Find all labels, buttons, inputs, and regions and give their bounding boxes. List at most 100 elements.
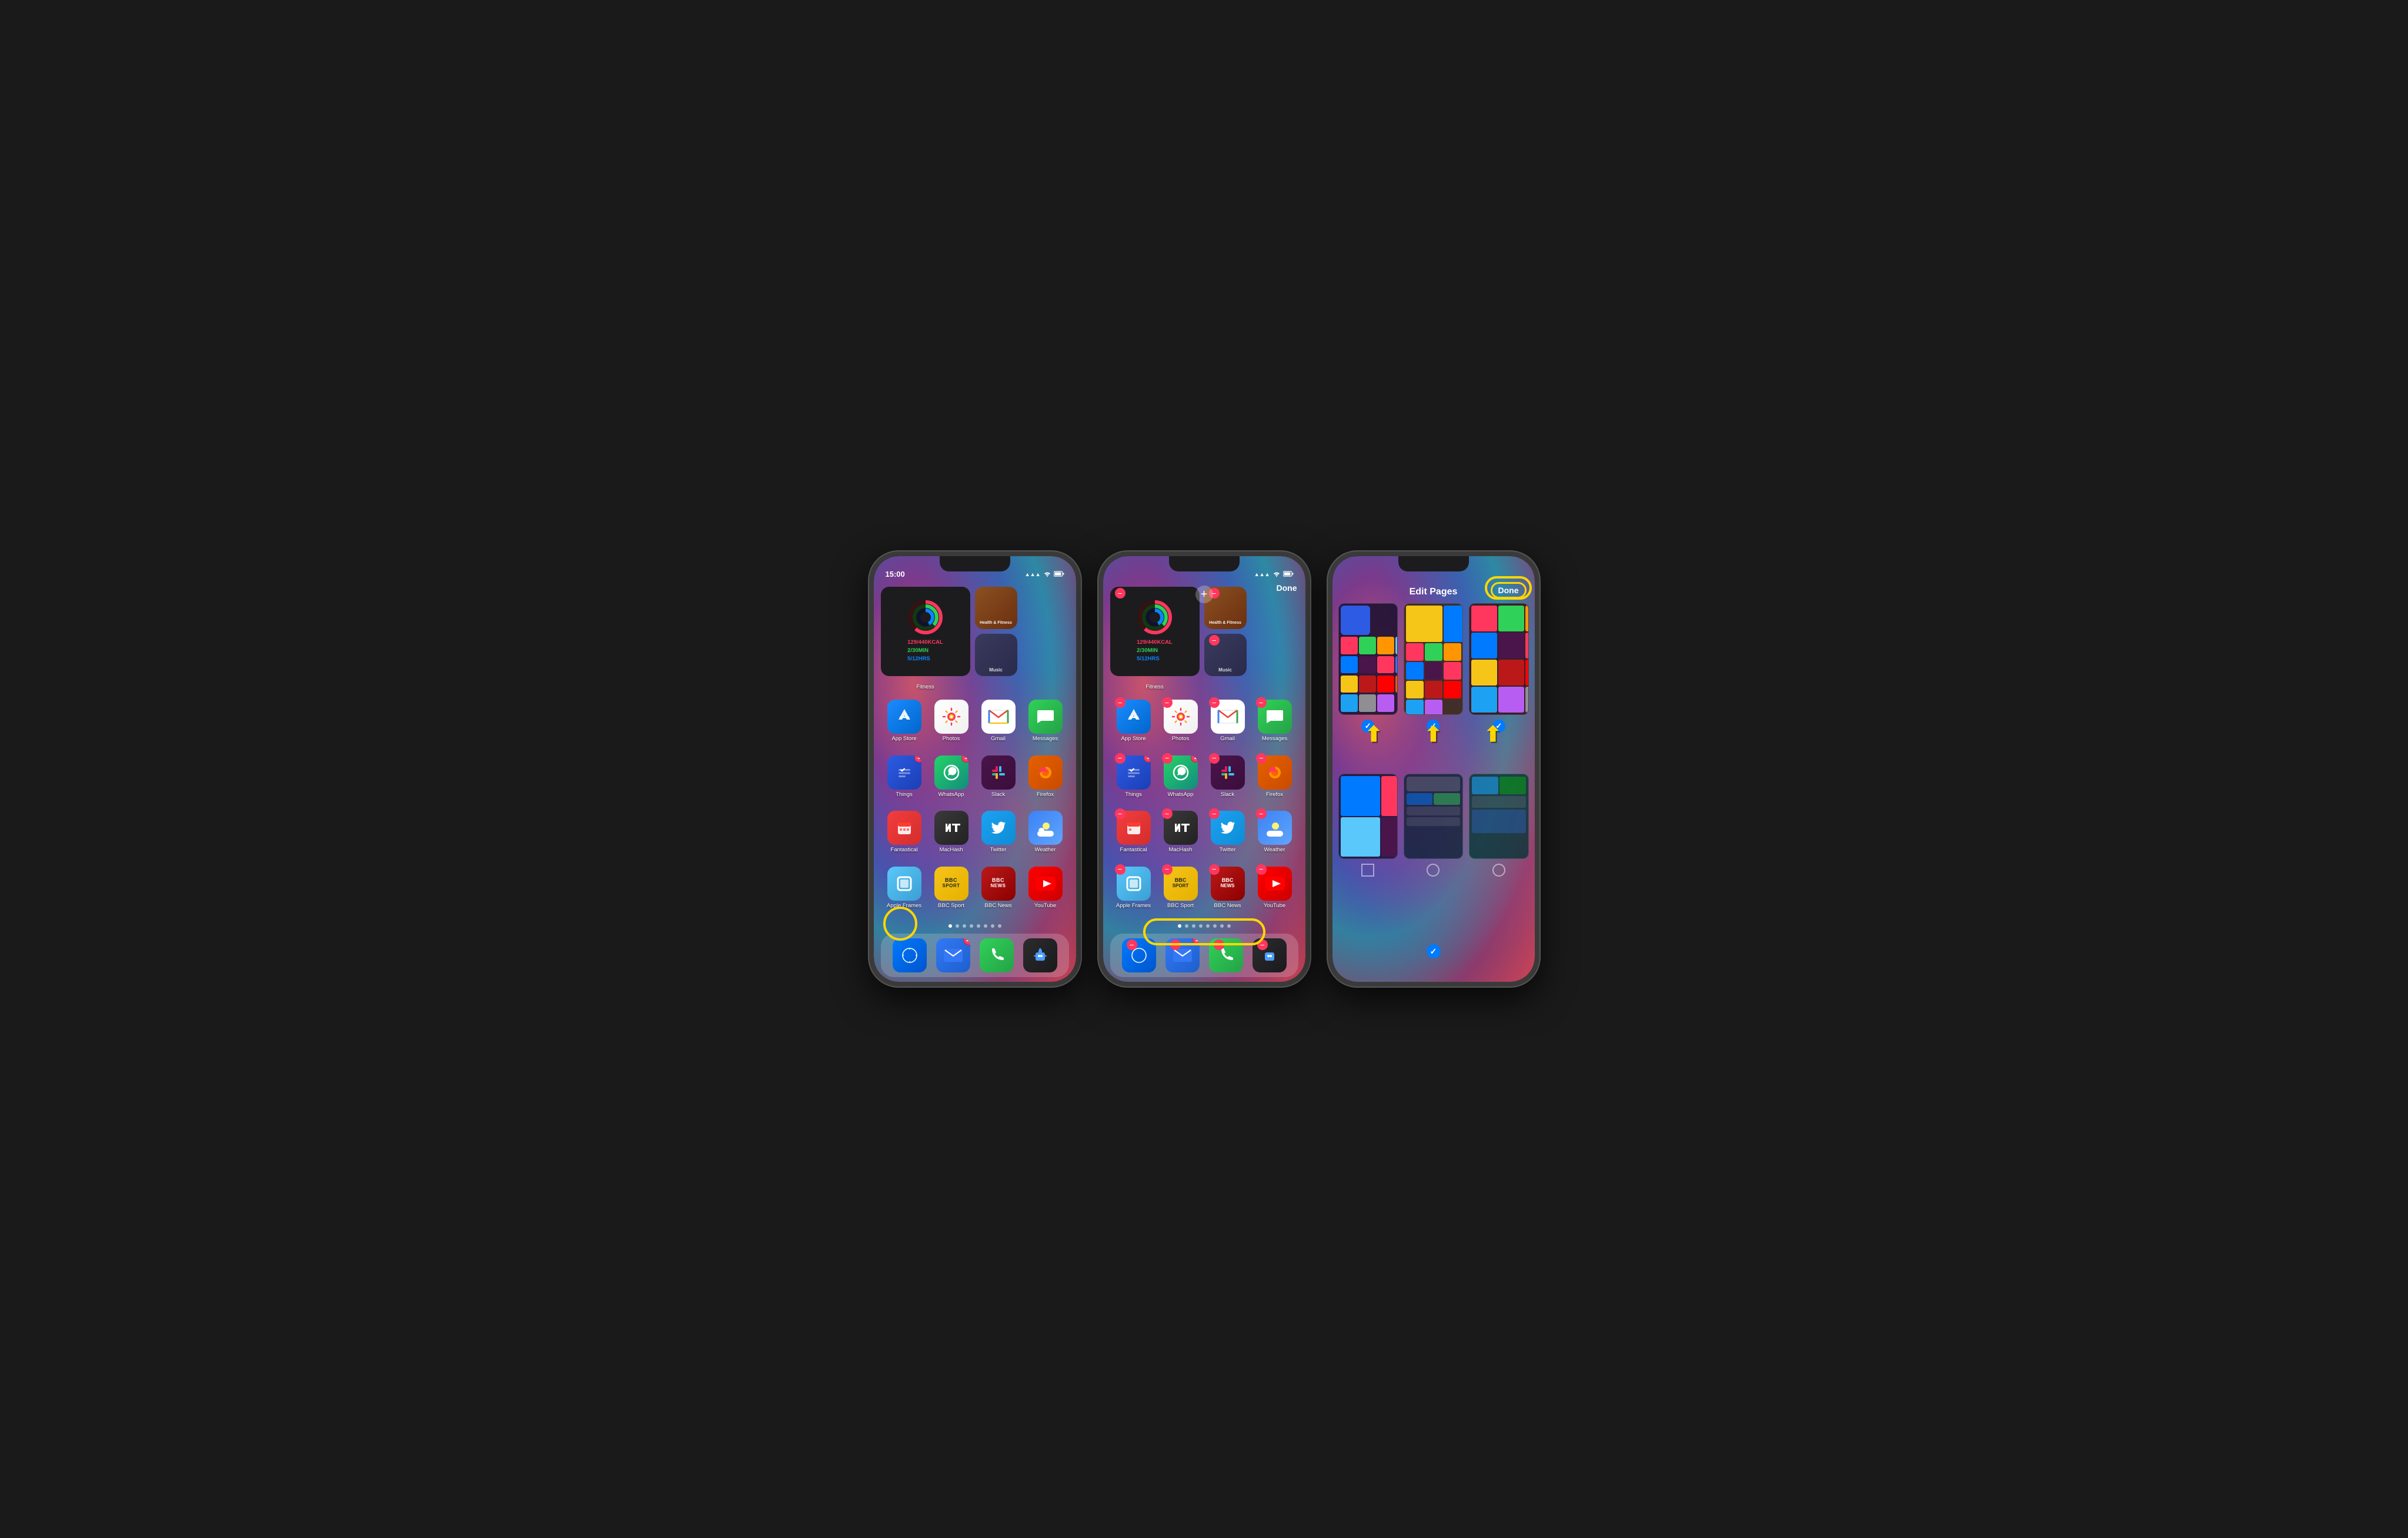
fitness-widget-2[interactable]: 129/440KCAL 2/30MIN 5/12HRS [1110,587,1200,676]
dock-mail-1[interactable]: 16 [936,938,970,972]
machash-delete-2[interactable]: − [1162,808,1173,819]
app-bbcsport-1[interactable]: BBC SPORT BBC Sport [928,863,975,919]
dot-1-5[interactable] [984,924,987,928]
dot-2-2[interactable] [1192,924,1195,928]
page-1-check[interactable]: ✓ [1361,720,1374,733]
dot-1-2[interactable] [963,924,966,928]
page-thumb-3[interactable]: ✓ [1469,603,1528,733]
app-gmail-2[interactable]: − Gmail [1204,696,1251,752]
dot-1-6[interactable] [991,924,994,928]
dock-safari-1[interactable] [893,938,927,972]
dot-1-7[interactable] [998,924,1001,928]
app-firefox-2[interactable]: − Firefox [1251,752,1298,808]
app-machash-2[interactable]: − MacHash [1157,807,1204,863]
phone-2-notch [1169,556,1240,571]
app-appleframes-1[interactable]: Apple Frames [881,863,928,919]
mail-delete-2[interactable]: − [1170,939,1181,950]
app-bbcsport-2[interactable]: − BBC SPORT BBC Sport [1157,863,1204,919]
weather-label-2: Weather [1264,847,1285,853]
app-photos-1[interactable]: Photos [928,696,975,752]
plus-button-2[interactable]: + [1195,586,1213,603]
dot-1-4[interactable] [977,924,980,928]
page-5-circle[interactable] [1427,864,1440,877]
gmail-delete-2[interactable]: − [1209,697,1220,708]
phone-delete-2[interactable]: − [1214,939,1224,950]
app-bbcnews-2[interactable]: − BBC NEWS BBC News [1204,863,1251,919]
dot-2-4[interactable] [1206,924,1210,928]
dock-phone-1[interactable] [980,938,1014,972]
page-thumb-1[interactable]: ✓ [1338,603,1398,733]
app-photos-2[interactable]: − Photos [1157,696,1204,752]
app-fantastical-2[interactable]: − Fantastical [1110,807,1157,863]
app-gmail-1[interactable]: Gmail [975,696,1022,752]
page-thumb-5[interactable] [1404,774,1463,880]
app-appleframes-2[interactable]: − Apple Frames [1110,863,1157,919]
app-things-2[interactable]: − 3 Things [1110,752,1157,808]
page-1-content [1339,604,1397,714]
dot-2-6[interactable] [1220,924,1224,928]
app-twitter-2[interactable]: − Twitter [1204,807,1251,863]
messages-delete-2[interactable]: − [1256,697,1267,708]
weather-delete-2[interactable]: − [1256,808,1267,819]
app-youtube-1[interactable]: YouTube [1022,863,1069,919]
page-2-check[interactable]: ✓ [1427,720,1440,733]
dock-mail-2[interactable]: − 16 [1165,938,1200,972]
dot-2-5[interactable] [1213,924,1217,928]
app-messages-1[interactable]: Messages [1022,696,1069,752]
dock-robot-1[interactable] [1023,938,1057,972]
app-weather-1[interactable]: Weather [1022,807,1069,863]
safari-delete-2[interactable]: − [1127,939,1137,950]
dock-robot-2[interactable]: − [1253,938,1287,972]
appleframes-delete-2[interactable]: − [1115,864,1125,875]
dot-1-3[interactable] [970,924,973,928]
app-slack-1[interactable]: Slack [975,752,1022,808]
appstore-delete-2[interactable]: − [1115,697,1125,708]
dot-2-1[interactable] [1185,924,1188,928]
music-widget-1[interactable]: Music [975,634,1017,676]
app-whatsapp-2[interactable]: − 1 WhatsApp [1157,752,1204,808]
done-button-2[interactable]: Done [1277,583,1297,593]
youtube-delete-2[interactable]: − [1256,864,1267,875]
bbcsport-delete-2[interactable]: − [1162,864,1173,875]
page-thumb-4[interactable] [1338,774,1398,880]
app-bbcnews-1[interactable]: BBC NEWS BBC News [975,863,1022,919]
app-twitter-1[interactable]: Twitter [975,807,1022,863]
health-widget-1[interactable]: Health & Fitness [975,587,1017,629]
twitter-delete-2[interactable]: − [1209,808,1220,819]
bbcnews-delete-2[interactable]: − [1209,864,1220,875]
app-whatsapp-1[interactable]: 1 WhatsApp [928,752,975,808]
things-delete-2[interactable]: − [1115,753,1125,764]
app-messages-2[interactable]: − Messages [1251,696,1298,752]
page-6-circle[interactable] [1492,864,1505,877]
app-appstore-1[interactable]: App Store [881,696,928,752]
dock-safari-2[interactable]: − [1122,938,1156,972]
page-3-check[interactable]: ✓ [1492,720,1505,733]
fitness-widget-1[interactable]: 129/440KCAL 2/30MIN 5/12HRS [881,587,970,676]
app-things-1[interactable]: 3 Things [881,752,928,808]
page-4-circle[interactable] [1361,864,1374,877]
whatsapp-delete-2[interactable]: − [1162,753,1173,764]
app-youtube-2[interactable]: − YouTube [1251,863,1298,919]
page-thumb-6[interactable] [1469,774,1528,880]
dot-2-7[interactable] [1227,924,1231,928]
dot-1-0[interactable] [948,924,952,928]
app-weather-2[interactable]: − Weather [1251,807,1298,863]
app-machash-1[interactable]: MacHash [928,807,975,863]
fantastical-delete-2[interactable]: − [1115,808,1125,819]
photos-delete-2[interactable]: − [1162,697,1173,708]
robot-delete-2[interactable]: − [1257,939,1268,950]
fitness-delete-2[interactable]: − [1115,588,1125,599]
dock-phone-2[interactable]: − [1209,938,1243,972]
dot-1-1[interactable] [956,924,959,928]
app-slack-2[interactable]: − Slack [1204,752,1251,808]
app-firefox-1[interactable]: Firefox [1022,752,1069,808]
music-delete-2[interactable]: − [1209,635,1220,646]
firefox-delete-2[interactable]: − [1256,753,1267,764]
app-appstore-2[interactable]: − App Store [1110,696,1157,752]
slack-delete-2[interactable]: − [1209,753,1220,764]
dot-2-3[interactable] [1199,924,1203,928]
dot-2-0[interactable] [1178,924,1181,928]
bottom-checkmark-3[interactable]: ✓ [1427,944,1441,958]
app-fantastical-1[interactable]: Fantastical [881,807,928,863]
page-thumb-2[interactable]: ✓ [1404,603,1463,733]
